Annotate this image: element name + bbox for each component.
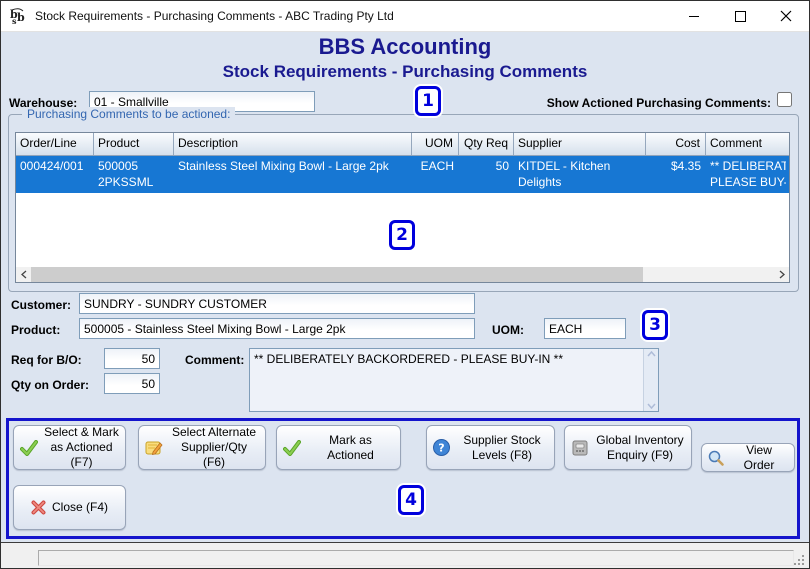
svg-text:b: b	[17, 11, 25, 24]
close-button[interactable]: Close (F4)	[13, 485, 126, 530]
close-icon	[780, 10, 792, 22]
minimize-icon	[689, 15, 699, 17]
uom-field[interactable]	[544, 318, 626, 339]
chevron-up-icon	[646, 351, 656, 357]
maximize-button[interactable]	[717, 1, 763, 31]
select-mark-actioned-button[interactable]: Select & Mark as Actioned (F7)	[13, 425, 126, 470]
window-title: Stock Requirements - Purchasing Comments…	[35, 9, 394, 23]
annotation-badge-3: 3	[642, 310, 668, 340]
cell-description: Stainless Steel Mixing Bowl - Large 2pk	[178, 159, 389, 173]
svg-text:s: s	[12, 16, 17, 25]
column-header-comment[interactable]: Comment	[706, 133, 789, 155]
column-header-uom[interactable]: UOM	[412, 133, 459, 155]
note-edit-icon	[145, 441, 163, 456]
view-order-button[interactable]: View Order	[701, 443, 795, 472]
comment-textarea[interactable]: ** DELIBERATELY BACKORDERED - PLEASE BUY…	[250, 349, 643, 411]
column-header-qty-req[interactable]: Qty Req	[459, 133, 514, 155]
mark-actioned-button[interactable]: Mark as Actioned	[276, 425, 401, 470]
cell-cost: $4.35	[670, 159, 701, 173]
close-window-button[interactable]	[763, 1, 809, 31]
comment-box: ** DELIBERATELY BACKORDERED - PLEASE BUY…	[249, 348, 659, 412]
horizontal-scrollbar[interactable]	[16, 267, 789, 282]
product-field[interactable]	[79, 318, 475, 339]
product-label: Product:	[11, 323, 61, 337]
supplier-stock-levels-button[interactable]: ? Supplier Stock Levels (F8)	[426, 425, 555, 470]
svg-text:?: ?	[438, 442, 444, 455]
select-alternate-supplier-button[interactable]: Select Alternate Supplier/Qty (F6)	[138, 425, 266, 470]
magnifier-icon	[708, 450, 724, 466]
chevron-right-icon	[779, 270, 785, 279]
annotation-badge-1: 1	[415, 86, 441, 116]
show-actioned-label: Show Actioned Purchasing Comments:	[546, 96, 771, 110]
req-bo-field[interactable]	[104, 348, 160, 369]
green-check-icon	[283, 439, 301, 456]
bbs-app-icon: b b s	[10, 8, 25, 25]
comment-label: Comment:	[185, 353, 245, 367]
view-order-label: View Order	[743, 442, 775, 472]
cell-comment-line2: PLEASE BUY-IN **	[710, 175, 786, 189]
global-inventory-enquiry-button[interactable]: Global Inventory Enquiry (F9)	[564, 425, 692, 470]
customer-field[interactable]	[79, 293, 475, 314]
annotation-badge-4: 4	[398, 485, 424, 515]
minimize-button[interactable]	[671, 1, 717, 31]
resize-grip[interactable]	[802, 563, 804, 565]
close-button-label: Close (F4)	[51, 500, 108, 514]
inventory-terminal-icon	[572, 440, 588, 455]
cell-order-line: 000424/001	[20, 159, 84, 173]
qty-on-order-field[interactable]	[104, 373, 160, 394]
uom-label: UOM:	[492, 323, 524, 337]
app-window: b b s Stock Requirements - Purchasing Co…	[0, 0, 810, 569]
show-actioned-checkbox[interactable]	[777, 92, 792, 107]
select-alternate-supplier-label: Select Alternate Supplier/Qty (F6)	[171, 425, 257, 469]
comment-scrollbar[interactable]	[643, 349, 658, 411]
status-message-panel	[38, 550, 794, 566]
chevron-left-icon	[20, 270, 26, 279]
req-bo-label: Req for B/O:	[11, 353, 82, 367]
red-x-icon	[31, 500, 46, 515]
grid-header-row: Order/Line Product Description UOM Qty R…	[16, 133, 789, 156]
customer-label: Customer:	[11, 298, 72, 312]
column-header-supplier[interactable]: Supplier	[514, 133, 646, 155]
global-inventory-enquiry-label: Global Inventory Enquiry (F9)	[596, 432, 684, 462]
cell-qty-req: 50	[495, 159, 509, 173]
titlebar: b b s Stock Requirements - Purchasing Co…	[1, 1, 809, 32]
qty-on-order-label: Qty on Order:	[11, 378, 90, 392]
green-check-icon	[20, 439, 38, 456]
page-title: Stock Requirements - Purchasing Comments	[222, 62, 588, 81]
annotation-badge-2: 2	[389, 220, 415, 250]
app-title: BBS Accounting	[318, 34, 492, 59]
select-mark-actioned-label: Select & Mark as Actioned (F7)	[44, 425, 119, 469]
scroll-left-button[interactable]	[16, 267, 31, 282]
cell-product: 500005 2PKSSML	[98, 159, 154, 189]
chevron-down-icon	[646, 403, 656, 409]
mark-actioned-label: Mark as Actioned	[327, 432, 374, 462]
purchasing-comments-group-label: Purchasing Comments to be actioned:	[22, 107, 236, 121]
column-header-order-line[interactable]: Order/Line	[16, 133, 94, 155]
table-row-selected[interactable]: 000424/001 500005 2PKSSML Stainless Stee…	[16, 156, 789, 193]
help-icon: ?	[433, 439, 450, 456]
column-header-description[interactable]: Description	[174, 133, 412, 155]
cell-supplier: KITDEL - Kitchen Delights	[518, 159, 611, 189]
purchasing-comments-grid: Order/Line Product Description UOM Qty R…	[15, 132, 790, 283]
cell-uom: EACH	[420, 159, 454, 173]
cell-comment: ** DELIBERATELY BACKORDERED - PLEASE BUY…	[706, 156, 789, 193]
cell-comment-line1: ** DELIBERATELY BACKORDERED -	[710, 159, 786, 173]
maximize-icon	[734, 10, 746, 22]
scroll-right-button[interactable]	[774, 267, 789, 282]
column-header-cost[interactable]: Cost	[646, 133, 706, 155]
column-header-product[interactable]: Product	[94, 133, 174, 155]
scrollbar-thumb[interactable]	[31, 267, 643, 282]
statusbar	[1, 543, 809, 568]
supplier-stock-levels-label: Supplier Stock Levels (F8)	[463, 432, 541, 462]
